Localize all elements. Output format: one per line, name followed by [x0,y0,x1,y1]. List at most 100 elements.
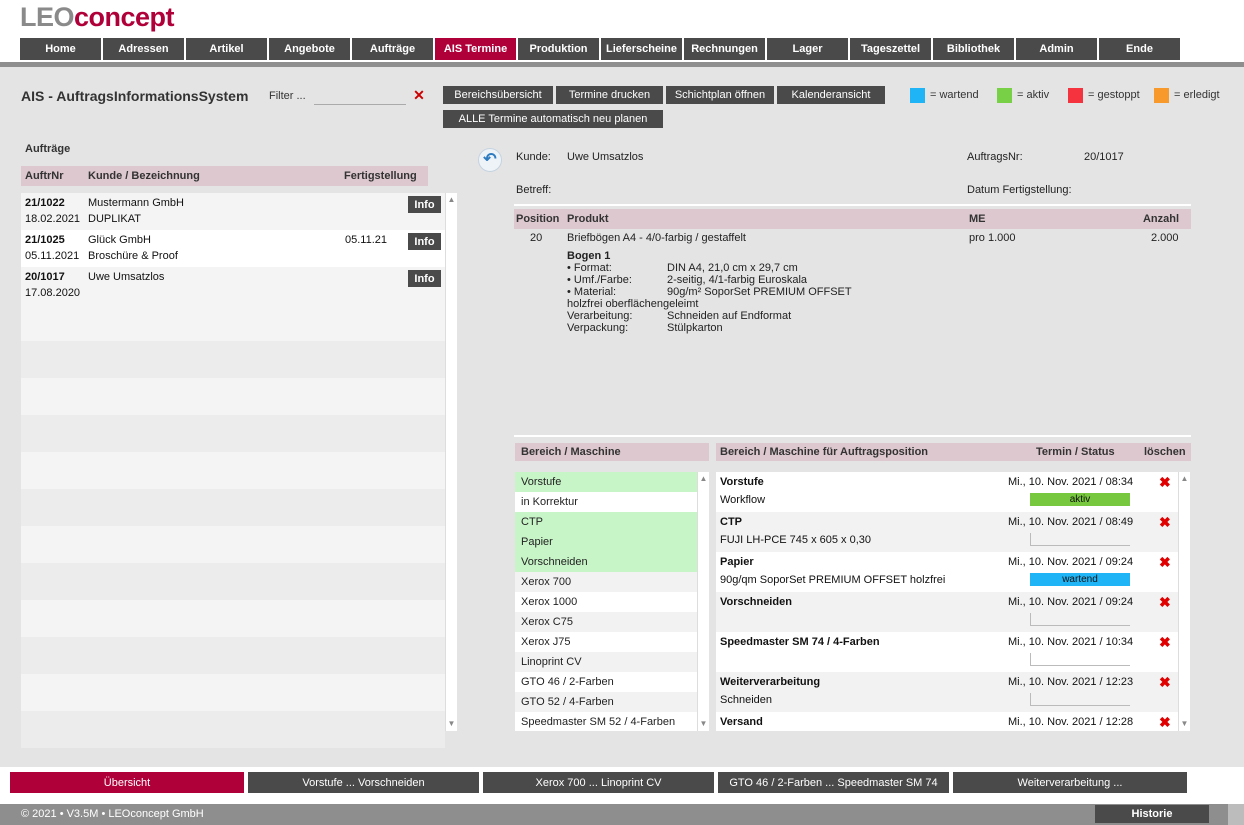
copyright-text: © 2021 • V3.5M • LEOconcept GmbH [21,808,204,820]
legend-color-gestoppt [1068,88,1083,103]
nav-produktion[interactable]: Produktion [518,38,599,60]
info-button[interactable]: Info [408,270,441,287]
position-value: 20 [530,232,543,244]
nav-admin[interactable]: Admin [1016,38,1097,60]
order-date: 18.02.2021 [25,213,81,225]
machine-item-ctp[interactable]: CTP [515,512,697,532]
clear-filter-icon[interactable]: ✕ [409,86,429,104]
schedule-item-vorstufe[interactable]: Vorstufe Workflow Mi., 10. Nov. 2021 / 08:… [716,472,1178,512]
machine-item-in-korrektur[interactable]: in Korrektur [515,492,697,512]
order-customer: Uwe Umsatzlos [88,271,165,283]
tab-ubersicht[interactable]: Übersicht [10,772,244,793]
logo-concept-text: concept [74,2,175,32]
schichtplan-oeffnen-button[interactable]: Schichtplan öffnen [666,86,774,104]
tab-xerox-700-linoprint-cv[interactable]: Xerox 700 ... Linoprint CV [483,772,714,793]
delete-icon[interactable]: ✖ [1159,514,1171,531]
scroll-down-icon[interactable]: ▼ [698,719,709,729]
machine-item-gto-52-4-farben[interactable]: GTO 52 / 4-Farben [515,692,697,712]
schedule-item-papier[interactable]: Papier 90g/qm SoporSet PREMIUM OFFSET hol… [716,552,1178,592]
nav-lieferscheine[interactable]: Lieferscheine [601,38,682,60]
tab-weiterverarbeitung[interactable]: Weiterverarbeitung ... [953,772,1187,793]
empty-row [21,489,445,526]
machine-item-vorschneiden[interactable]: Vorschneiden [515,552,697,572]
delete-icon[interactable]: ✖ [1159,634,1171,651]
machine-item-xerox-c75[interactable]: Xerox C75 [515,612,697,632]
nav-adressen[interactable]: Adressen [103,38,184,60]
order-row[interactable]: 21/1022 18.02.2021 Mustermann GmbH DUPLIKA… [21,193,445,230]
info-button[interactable]: Info [408,233,441,250]
info-button[interactable]: Info [408,196,441,213]
machine-item-xerox-j75[interactable]: Xerox J75 [515,632,697,652]
order-number: 20/1017 [25,271,65,283]
schedule-item-vorschneiden[interactable]: Vorschneiden Mi., 10. Nov. 2021 / 09:24 ✖ [716,592,1178,632]
col-anzahl: Anzahl [1142,213,1179,225]
empty-row [21,526,445,563]
nav-tageszettel[interactable]: Tageszettel [850,38,931,60]
delete-icon[interactable]: ✖ [1159,594,1171,611]
schedule-item-ctp[interactable]: CTP FUJI LH-PCE 745 x 605 x 0,30 Mi., 10. … [716,512,1178,552]
schedule-status[interactable] [1030,693,1130,706]
schedule-status[interactable] [1030,653,1130,666]
delete-icon[interactable]: ✖ [1159,474,1171,491]
tab-gto-46-2-farben-speedmaster-sm-74[interactable]: GTO 46 / 2-Farben ... Speedmaster SM 74 [718,772,949,793]
nav-bibliothek[interactable]: Bibliothek [933,38,1014,60]
legend-label: = erledigt [1174,89,1220,101]
orders-scrollbar[interactable]: ▲ ▼ [445,193,457,731]
schedule-machine-name: Vorstufe [720,476,764,488]
order-row[interactable]: 21/1025 05.11.2021 Glück GmbH Broschüre & P… [21,230,445,267]
schedule-status[interactable] [1030,533,1130,546]
schedule-status[interactable] [1030,613,1130,626]
nav-auftrage[interactable]: Aufträge [352,38,433,60]
order-number: 21/1022 [25,197,65,209]
schedule-item-speedmaster-sm-74-4-farben[interactable]: Speedmaster SM 74 / 4-Farben Mi., 10. Nov… [716,632,1178,672]
schedule-scrollbar[interactable]: ▲ ▼ [1178,472,1190,731]
scroll-up-icon[interactable]: ▲ [446,195,457,205]
termine-drucken-button[interactable]: Termine drucken [556,86,663,104]
nav-ais-termine[interactable]: AIS Termine [435,38,516,60]
machine-scrollbar[interactable]: ▲ ▼ [697,472,709,731]
empty-row [21,304,445,341]
filter-input[interactable] [314,85,406,105]
schedule-status[interactable]: aktiv [1030,493,1130,506]
nav-ende[interactable]: Ende [1099,38,1180,60]
nav-rechnungen[interactable]: Rechnungen [684,38,765,60]
schedule-status[interactable]: wartend [1030,573,1130,586]
schedule-machine-name: Versand [720,716,763,728]
machine-item-xerox-1000[interactable]: Xerox 1000 [515,592,697,612]
machines-header: Bereich / Maschine [515,443,709,461]
delete-icon[interactable]: ✖ [1159,554,1171,571]
logo-leo-text: LEO [20,2,75,32]
schedule-termin: Mi., 10. Nov. 2021 / 12:28 [1008,716,1134,728]
machine-item-gto-46-2-farben[interactable]: GTO 46 / 2-Farben [515,672,697,692]
delete-icon[interactable]: ✖ [1159,714,1171,731]
scroll-down-icon[interactable]: ▼ [446,719,457,729]
back-arrow-icon[interactable]: ↶ [478,148,502,172]
scroll-up-icon[interactable]: ▲ [698,474,709,484]
schedule-item-weiterverarbeitung[interactable]: Weiterverarbeitung Schneiden Mi., 10. Nov.… [716,672,1178,712]
auftragsnr-label: AuftragsNr: [967,151,1023,163]
historie-button[interactable]: Historie [1095,805,1209,823]
scroll-up-icon[interactable]: ▲ [1179,474,1190,484]
machine-item-xerox-700[interactable]: Xerox 700 [515,572,697,592]
scroll-down-icon[interactable]: ▼ [1179,719,1190,729]
nav-lager[interactable]: Lager [767,38,848,60]
delete-icon[interactable]: ✖ [1159,674,1171,691]
nav-artikel[interactable]: Artikel [186,38,267,60]
schedule-machine-detail: Workflow [720,494,766,506]
spec-extra: holzfrei oberflächengeleimt [567,298,699,310]
machine-item-papier[interactable]: Papier [515,532,697,552]
order-row[interactable]: 20/1017 17.08.2020 Uwe Umsatzlos Info [21,267,445,304]
alle-termine-neu-planen-button[interactable]: ALLE Termine automatisch neu planen [443,110,663,128]
empty-row [21,674,445,711]
machine-item-linoprint-cv[interactable]: Linoprint CV [515,652,697,672]
schedule-item-versand[interactable]: Versand Mi., 10. Nov. 2021 / 12:28 ✖ [716,712,1178,731]
machine-item-vorstufe[interactable]: Vorstufe [515,472,697,492]
nav-angebote[interactable]: Angebote [269,38,350,60]
tab-vorstufe-vorschneiden[interactable]: Vorstufe ... Vorschneiden [248,772,479,793]
nav-home[interactable]: Home [20,38,101,60]
anzahl-value: 2.000 [1151,232,1179,244]
kalenderansicht-button[interactable]: Kalenderansicht [777,86,885,104]
footer: © 2021 • V3.5M • LEOconcept GmbH Histori… [0,804,1244,825]
machine-item-speedmaster-sm-52-4-farben[interactable]: Speedmaster SM 52 / 4-Farben [515,712,697,731]
bereichsuebersicht-button[interactable]: Bereichsübersicht [443,86,553,104]
